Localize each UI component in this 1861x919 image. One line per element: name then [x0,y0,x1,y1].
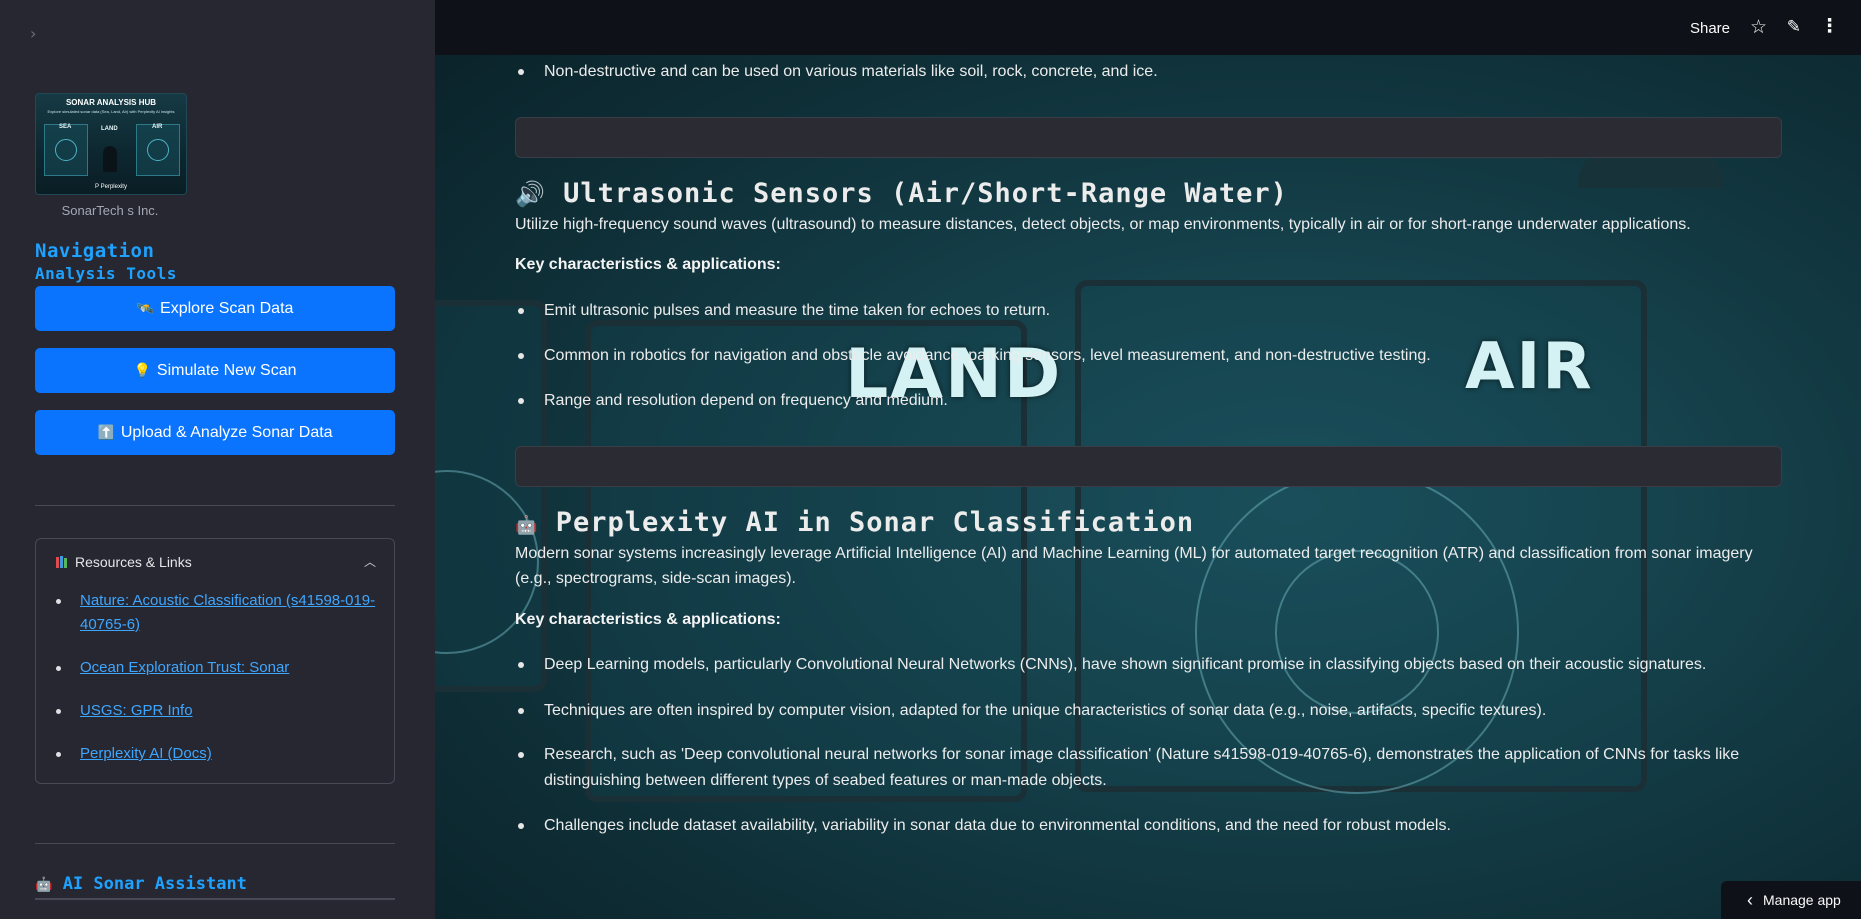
perplexity-docs-link[interactable]: Perplexity AI (Docs) [80,745,212,762]
explore-scan-data-button[interactable]: 🛰️ Explore Scan Data [35,286,395,331]
list-item: USGS: GPR Info [36,699,394,723]
resources-expander-header[interactable]: Resources & Links ︿ [36,539,394,585]
company-caption: SonarTech s Inc. [61,203,159,218]
sonar-hub-logo-image: SONAR ANALYSIS HUB Explore simulated son… [35,93,187,195]
list-item: Nature: Acoustic Classification (s41598-… [36,589,394,637]
edit-pencil-icon[interactable]: ✎ [1787,17,1801,37]
usgs-gpr-link[interactable]: USGS: GPR Info [80,702,193,719]
upload-analyze-button[interactable]: ⬆️ Upload & Analyze Sonar Data [35,410,395,455]
chevron-left-icon: ‹ [1747,889,1753,910]
perplexity-section-title: 🤖 Perplexity AI in Sonar Classification [515,507,1194,538]
nature-link[interactable]: Nature: Acoustic Classification (s41598-… [80,592,375,633]
list-item: Non-destructive and can be used on vario… [515,59,1765,85]
perplexity-description: Modern sonar systems increasingly levera… [515,545,1753,587]
upload-arrow-icon: ⬆️ [97,424,115,440]
main-content-area: LAND AIR Share ☆ ✎ ⋮ Non-destructive and… [435,0,1861,919]
simulate-new-scan-label: Simulate New Scan [156,361,297,379]
ultrasonic-title-text: Ultrasonic Sensors (Air/Short-Range Wate… [563,178,1288,209]
logo-sea-panel [44,124,88,176]
share-button[interactable]: Share [1690,20,1730,37]
robot-icon: 🤖 [515,515,539,536]
ai-assistant-label: AI Sonar Assistant [62,874,247,894]
logo-label-land: LAND [101,126,118,132]
list-item: Ocean Exploration Trust: Sonar [36,656,394,680]
list-item: Range and resolution depend on frequency… [515,388,1765,414]
ultrasonic-section-title: 🔊 Ultrasonic Sensors (Air/Short-Range Wa… [515,178,1288,209]
perplexity-key-heading: Key characteristics & applications: [515,611,781,628]
ai-assistant-underline [35,898,395,900]
logo-operator-figure [103,146,117,172]
upload-analyze-label: Upload & Analyze Sonar Data [120,423,333,441]
sidebar-divider [35,843,395,844]
logo-footer: P Perplexity [95,184,127,190]
perplexity-title-text: Perplexity AI in Sonar Classification [555,507,1195,538]
manage-app-label: Manage app [1763,892,1841,908]
list-item: Perplexity AI (Docs) [36,742,394,766]
section-divider-box [515,446,1782,487]
ultrasonic-description: Utilize high-frequency sound waves (ultr… [515,216,1691,233]
resources-expander: Resources & Links ︿ Nature: Acoustic Cla… [35,538,395,784]
list-item: Common in robotics for navigation and ob… [515,343,1765,369]
speaker-icon: 🔊 [515,180,546,208]
logo-title: SONAR ANALYSIS HUB [65,98,157,107]
list-item: Emit ultrasonic pulses and measure the t… [515,298,1765,324]
sidebar: › SONAR ANALYSIS HUB Explore simulated s… [0,0,436,919]
ultrasonic-key-heading: Key characteristics & applications: [515,256,781,273]
chevron-up-icon[interactable]: ︿ [364,553,376,570]
ai-assistant-heading: 🤖 AI Sonar Assistant [35,874,247,894]
star-icon[interactable]: ☆ [1750,16,1767,38]
list-item: Techniques are often inspired by compute… [515,698,1765,724]
resources-label: Resources & Links [75,554,192,570]
list-item: Deep Learning models, particularly Convo… [515,652,1765,678]
sidebar-divider [35,505,395,506]
section-divider-box [515,117,1782,158]
ocean-exploration-link[interactable]: Ocean Exploration Trust: Sonar [80,659,289,676]
logo-label-sea: SEA [59,124,72,130]
satellite-icon: 🛰️ [136,300,155,316]
robot-icon: 🤖 [35,877,53,893]
logo-subtitle: Explore simulated sonar data (Sea, Land,… [47,109,175,114]
list-item: Challenges include dataset availability,… [515,813,1765,839]
explore-scan-data-label: Explore Scan Data [160,299,294,317]
main-menu-icon[interactable]: ⋮ [1820,15,1839,37]
manage-app-button[interactable]: ‹ Manage app [1721,881,1861,919]
app-header: Share ☆ ✎ ⋮ [435,0,1861,55]
list-item: Research, such as 'Deep convolutional ne… [515,742,1765,794]
logo-label-air: AIR [152,124,163,130]
lightbulb-icon: 💡 [133,362,151,378]
analysis-tools-heading: Analysis Tools [35,264,177,283]
logo-air-panel [136,124,180,176]
simulate-new-scan-button[interactable]: 💡 Simulate New Scan [35,348,395,393]
resources-list: Nature: Acoustic Classification (s41598-… [36,589,394,785]
collapse-sidebar-icon[interactable]: › [30,24,36,43]
books-icon [56,556,67,568]
navigation-heading: Navigation [35,240,155,262]
